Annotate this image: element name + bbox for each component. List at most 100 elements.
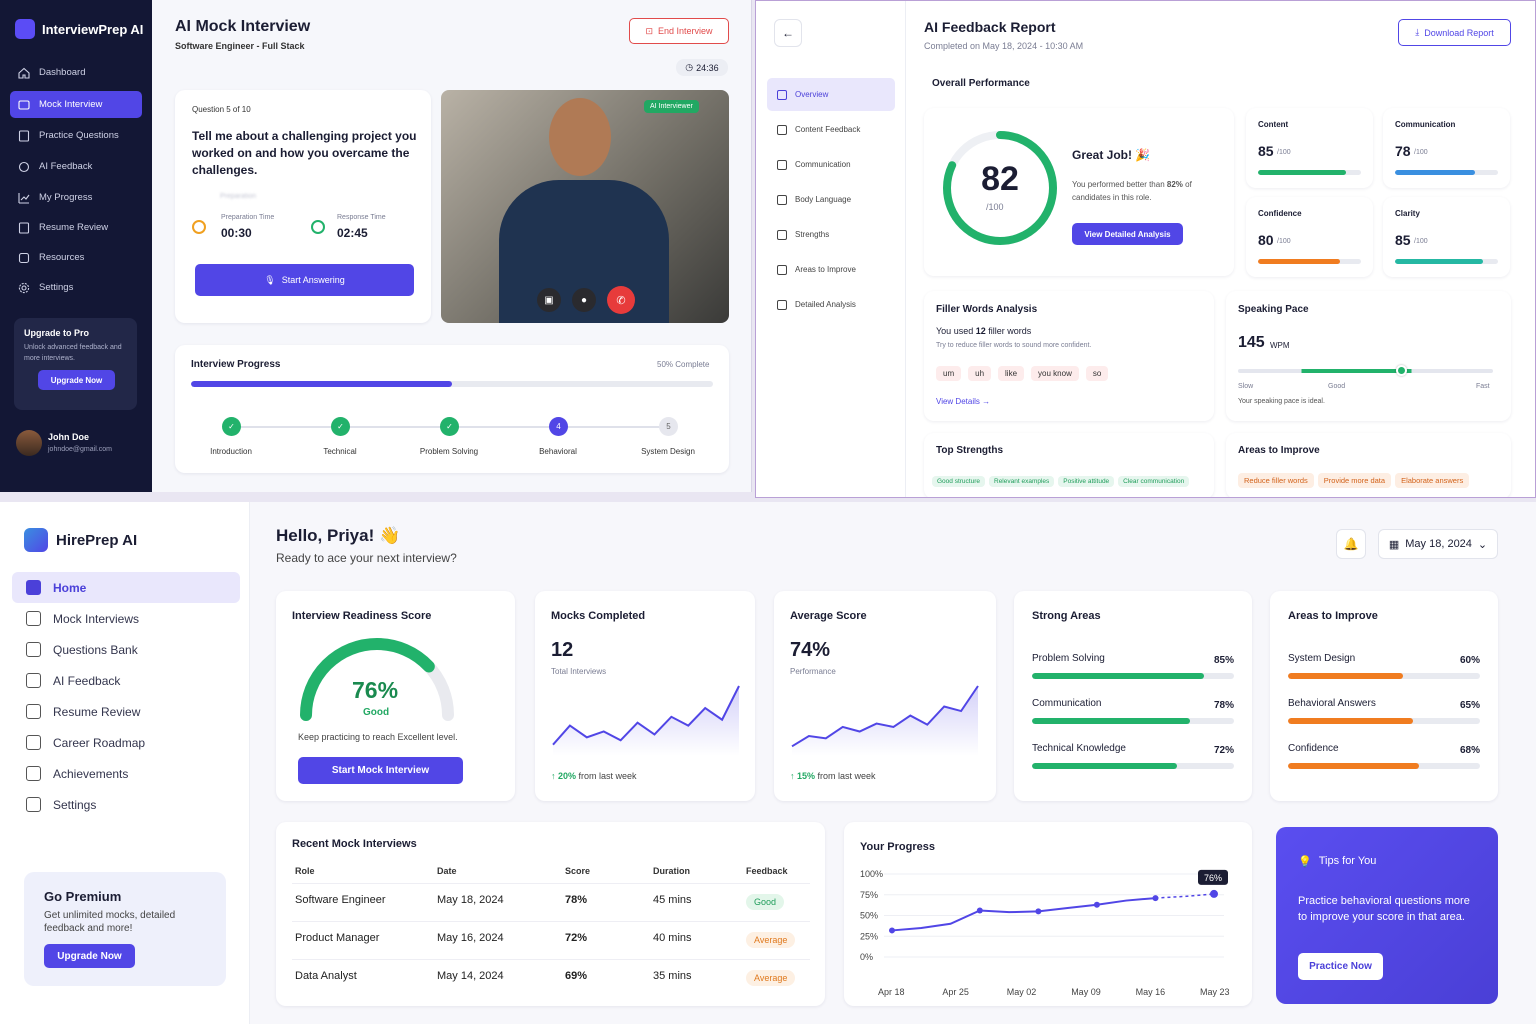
lightbulb-icon: 💡: [1298, 856, 1312, 868]
progress-fill: [191, 381, 452, 387]
nav-settings[interactable]: Settings: [12, 789, 240, 820]
upgrade-now-button[interactable]: Upgrade Now: [38, 370, 115, 390]
mocks-sparkline: [552, 685, 740, 756]
nav-ai-feedback[interactable]: AI Feedback: [10, 153, 142, 180]
report-nav-body-language[interactable]: Body Language: [767, 183, 895, 216]
x-tick-label: Apr 25: [942, 987, 969, 997]
start-answering-button[interactable]: 🎙 Start Answering: [195, 264, 414, 296]
report-nav-content-feedback[interactable]: Content Feedback: [767, 113, 895, 146]
mic-toggle-icon[interactable]: ●: [572, 288, 596, 312]
readiness-level: Good: [363, 707, 390, 718]
logo-icon: [15, 19, 35, 39]
nav-questions-bank[interactable]: Questions Bank: [12, 634, 240, 665]
metric-value: 85: [1395, 232, 1411, 248]
nav-settings[interactable]: Settings: [10, 274, 142, 301]
date-picker[interactable]: ▦ May 18, 2024 ⌄: [1378, 529, 1498, 559]
tips-card: 💡 Tips for You Practice behavioral questi…: [1276, 827, 1498, 1004]
nav-label: AI Feedback: [53, 673, 121, 688]
hang-up-icon[interactable]: ✆: [607, 286, 635, 314]
report-nav-communication[interactable]: Communication: [767, 148, 895, 181]
nav-mock-interviews[interactable]: Mock Interviews: [12, 603, 240, 634]
weak-title: Areas to Improve: [1288, 610, 1378, 622]
progress-line-chart: 100% 75% 50% 25% 0% Apr 18 Apr 25 May 02 May 09 M…: [860, 869, 1230, 997]
brand-logo[interactable]: InterviewPrep AI: [15, 19, 143, 39]
nav-label: Mock Interview: [39, 99, 103, 110]
metric-bar-fill: [1258, 170, 1346, 175]
report-nav-detailed-analysis[interactable]: Detailed Analysis: [767, 288, 895, 321]
area-bar-fill: [1288, 673, 1404, 679]
nav-home[interactable]: Home: [12, 572, 240, 603]
report-nav-overview[interactable]: Overview: [767, 78, 895, 111]
nav-ai-feedback[interactable]: AI Feedback: [12, 665, 240, 696]
nav-my-progress[interactable]: My Progress: [10, 184, 142, 211]
back-arrow-icon[interactable]: ←: [774, 19, 802, 47]
strength-chip: Clear communication: [1118, 476, 1190, 487]
nav-label: Resume Review: [53, 704, 141, 719]
avatar[interactable]: [16, 430, 42, 456]
strong-title: Strong Areas: [1032, 610, 1101, 622]
brand-name[interactable]: HirePrep AI: [56, 532, 137, 549]
filler-hint: Try to reduce filler words to sound more…: [936, 342, 1092, 349]
nav-practice-questions[interactable]: Practice Questions: [10, 122, 142, 149]
metric-denominator: /100: [1414, 149, 1428, 156]
bell-icon[interactable]: 🔔: [1336, 529, 1366, 559]
nav-resume-review[interactable]: Resume Review: [12, 696, 240, 727]
analysis-icon: [777, 299, 787, 310]
step-label: Technical: [323, 447, 357, 456]
practice-now-button[interactable]: Practice Now: [1298, 953, 1383, 980]
table-row[interactable]: [292, 959, 810, 960]
nav-career-roadmap[interactable]: Career Roadmap: [12, 727, 240, 758]
x-tick-label: May 16: [1136, 987, 1166, 997]
view-detailed-analysis-button[interactable]: View Detailed Analysis: [1072, 223, 1183, 245]
mocks-completed-card: Mocks Completed 12 Total Interviews ↑ 20…: [535, 591, 755, 801]
table-row[interactable]: [292, 921, 810, 922]
area-bar-fill: [1288, 718, 1413, 724]
start-mock-interview-button[interactable]: Start Mock Interview: [298, 757, 463, 784]
question-text: Tell me about a challenging project you …: [192, 129, 417, 177]
step-label: Problem Solving: [419, 447, 479, 456]
nav-achievements[interactable]: Achievements: [12, 758, 240, 789]
avg-sparkline: [791, 685, 979, 756]
x-tick-label: Apr 18: [878, 987, 905, 997]
table-header: Role: [295, 866, 315, 876]
area-percent: 60%: [1459, 655, 1480, 666]
nav-dashboard[interactable]: Dashboard: [10, 59, 142, 86]
pace-marker: [1396, 365, 1408, 376]
nav-resources[interactable]: Resources: [10, 244, 142, 271]
user-name: John Doe: [48, 432, 90, 442]
report-nav-areas-to-improve[interactable]: Areas to Improve: [767, 253, 895, 286]
table-row[interactable]: [292, 883, 810, 884]
view-details-link[interactable]: View Details →: [936, 397, 990, 406]
nav-label: Practice Questions: [39, 130, 119, 141]
strength-chip: Relevant examples: [989, 476, 1055, 487]
nav-resume-review[interactable]: Resume Review: [10, 214, 142, 241]
upgrade-card: Upgrade to Pro Unlock advanced feedback …: [14, 318, 137, 410]
area-bar: [1032, 718, 1234, 724]
interviewer-video[interactable]: AI Interviewer ▣ ● ✆: [441, 90, 729, 323]
mocks-trend: ↑ 20% from last week: [551, 771, 637, 781]
mock-interview-screen: InterviewPrep AI Dashboard Mock Intervie…: [0, 0, 752, 492]
report-nav-strengths[interactable]: Strengths: [767, 218, 895, 251]
nav-label: Achievements: [53, 766, 129, 781]
filler-chip: um: [936, 366, 962, 381]
nav-label: Resume Review: [39, 222, 109, 233]
check-icon: ✓: [222, 417, 241, 436]
table-cell: 35 mins: [653, 970, 692, 982]
go-premium-button[interactable]: Upgrade Now: [44, 944, 135, 968]
check-icon: ✓: [331, 417, 350, 436]
upgrade-text: Unlock advanced feedback and more interv…: [24, 344, 122, 362]
nav-mock-interview[interactable]: Mock Interview: [10, 91, 142, 118]
filler-title: Filler Words Analysis: [936, 304, 1038, 315]
filler-chip: you know: [1031, 366, 1079, 381]
user-email: johndoe@gmail.com: [48, 446, 112, 453]
area-percent: 85%: [1213, 655, 1234, 666]
report-completed-date: Completed on May 18, 2024 - 10:30 AM: [924, 41, 1084, 51]
end-interview-button[interactable]: ⊡ End Interview: [629, 18, 729, 44]
area-name: Technical Knowledge: [1032, 743, 1126, 754]
nav-label: Content Feedback: [795, 125, 861, 134]
camera-toggle-icon[interactable]: ▣: [537, 288, 561, 312]
response-time-label: Response Time: [337, 214, 386, 221]
report-title: AI Feedback Report: [924, 19, 1056, 35]
download-report-button[interactable]: ⤓ Download Report: [1398, 19, 1511, 46]
y-tick-label: 50%: [860, 911, 878, 921]
